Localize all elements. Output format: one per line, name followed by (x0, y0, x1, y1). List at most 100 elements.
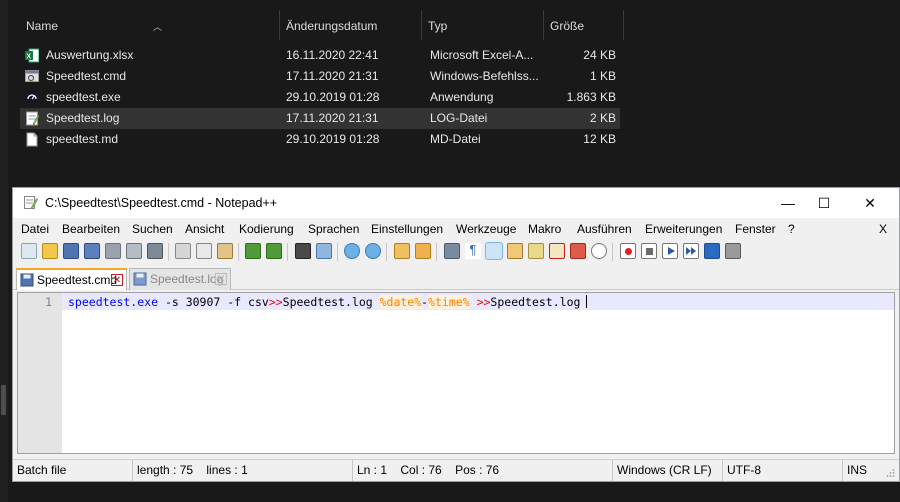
status-insert-mode[interactable]: INS (843, 460, 879, 481)
open-file-icon[interactable] (42, 243, 58, 259)
tab-close-icon[interactable]: ✕ (111, 274, 123, 286)
tab-speedtest-cmd[interactable]: Speedtest.cmd ✕ (16, 268, 127, 290)
replace-icon[interactable] (316, 243, 332, 259)
toolbar-separator (287, 243, 288, 261)
close-file-icon[interactable] (105, 243, 121, 259)
status-position: Ln : 1 Col : 76 Pos : 76 (353, 460, 613, 481)
column-header-size[interactable]: Größe (544, 10, 624, 40)
blank-file-icon (26, 132, 38, 147)
close-button[interactable]: ✕ (847, 188, 893, 218)
notepadpp-app-icon (24, 196, 38, 210)
close-all-icon[interactable] (126, 243, 142, 259)
sync-vertical-icon[interactable] (394, 243, 410, 259)
folder-as-workspace-icon[interactable] (570, 243, 586, 259)
record-macro-icon[interactable] (620, 243, 636, 259)
saved-file-icon (20, 273, 34, 287)
indent-guide-icon[interactable] (485, 242, 503, 260)
copy-icon[interactable] (196, 243, 212, 259)
show-all-characters-icon[interactable]: ¶ (465, 243, 481, 259)
menu-werkzeuge[interactable]: Werkzeuge (456, 219, 516, 239)
column-header-date[interactable]: Änderungsdatum (280, 10, 422, 40)
file-row[interactable]: X Auswertung.xlsx 16.11.2020 22:41 Micro… (20, 45, 620, 66)
menu-ausfuehren[interactable]: Ausführen (577, 219, 632, 239)
menu-suchen[interactable]: Suchen (132, 219, 173, 239)
save-icon[interactable] (63, 243, 79, 259)
token-text: Speedtest.log (282, 295, 380, 309)
column-header-name[interactable]: Name (20, 10, 280, 40)
column-header-type[interactable]: Typ (422, 10, 544, 40)
save-all-icon[interactable] (84, 243, 100, 259)
menu-einstellungen[interactable]: Einstellungen (371, 219, 443, 239)
monitoring-icon[interactable] (591, 243, 607, 259)
undo-icon[interactable] (245, 243, 261, 259)
menu-help[interactable]: ? (788, 219, 795, 239)
toolbar-separator (238, 243, 239, 261)
file-type: Microsoft Excel-A... (430, 48, 534, 62)
explorer-scrollbar[interactable] (0, 0, 8, 502)
document-map-icon[interactable] (528, 243, 544, 259)
editor-area[interactable]: 1 speedtest.exe -s 30907 -f csv>>Speedte… (17, 292, 895, 454)
menu-makro[interactable]: Makro (528, 219, 561, 239)
file-type: LOG-Datei (430, 111, 488, 125)
line-number-gutter: 1 (18, 293, 62, 453)
toolbar-separator (612, 243, 613, 261)
stop-recording-icon[interactable] (641, 243, 657, 259)
file-row-selected[interactable]: Speedtest.log 17.11.2020 21:31 LOG-Datei… (20, 108, 620, 129)
token-redirect-operator: >> (268, 295, 283, 309)
cmd-file-icon (25, 70, 39, 82)
close-document-button[interactable]: X (879, 219, 887, 239)
function-list-icon[interactable] (549, 243, 565, 259)
menu-sprachen[interactable]: Sprachen (308, 219, 359, 239)
file-size: 1 KB (589, 69, 616, 83)
file-name: Speedtest.cmd (46, 69, 127, 83)
saved-file-icon (133, 272, 147, 286)
play-macro-icon[interactable] (662, 243, 678, 259)
menu-fenster[interactable]: Fenster (735, 219, 776, 239)
speedtest-exe-icon (25, 91, 39, 104)
file-size: 2 KB (589, 111, 616, 125)
find-icon[interactable] (295, 243, 311, 259)
print-icon[interactable] (147, 243, 163, 259)
status-encoding[interactable]: UTF-8 (723, 460, 843, 481)
menu-ansicht[interactable]: Ansicht (185, 219, 224, 239)
toolbar-separator (386, 243, 387, 261)
title-bar[interactable]: C:\Speedtest\Speedtest.cmd - Notepad++ —… (13, 188, 899, 218)
file-row[interactable]: speedtest.md 29.10.2019 01:28 MD-Datei 1… (20, 129, 620, 150)
redo-icon[interactable] (266, 243, 282, 259)
status-pos: Pos : 76 (455, 463, 500, 477)
notepadpp-window: C:\Speedtest\Speedtest.cmd - Notepad++ —… (12, 187, 900, 482)
tab-label: Speedtest.cmd (37, 273, 118, 287)
run-macro-multiple-icon[interactable] (683, 243, 699, 259)
file-date: 16.11.2020 22:41 (286, 48, 379, 62)
tab-close-icon[interactable]: ✕ (215, 273, 227, 285)
token-text: Speedtest.log (490, 295, 581, 309)
file-row[interactable]: Speedtest.cmd 17.11.2020 21:31 Windows-B… (20, 66, 620, 87)
menu-bearbeiten[interactable]: Bearbeiten (62, 219, 120, 239)
paste-icon[interactable] (217, 243, 233, 259)
sync-horizontal-icon[interactable] (415, 243, 431, 259)
file-size: 1.863 KB (566, 90, 616, 104)
file-date: 29.10.2019 01:28 (286, 132, 380, 146)
current-line-highlight[interactable]: speedtest.exe -s 30907 -f csv>>Speedtest… (62, 293, 894, 310)
extra-tool-icon[interactable] (725, 243, 741, 259)
status-eol[interactable]: Windows (CR LF) (613, 460, 723, 481)
zoom-in-icon[interactable] (344, 243, 360, 259)
toolbar-separator (436, 243, 437, 261)
menu-datei[interactable]: Datei (21, 219, 49, 239)
scrollbar-thumb[interactable] (1, 385, 6, 415)
zoom-out-icon[interactable] (365, 243, 381, 259)
code-line[interactable]: speedtest.exe -s 30907 -f csv>>Speedtest… (68, 294, 588, 310)
menu-kodierung[interactable]: Kodierung (239, 219, 294, 239)
word-wrap-icon[interactable] (444, 243, 460, 259)
tab-speedtest-log[interactable]: Speedtest.log ✕ (129, 268, 231, 290)
user-defined-language-icon[interactable] (507, 243, 523, 259)
toolbar-separator (337, 243, 338, 261)
maximize-button[interactable]: ☐ (801, 188, 847, 218)
save-macro-icon[interactable] (704, 243, 720, 259)
menu-erweiterungen[interactable]: Erweiterungen (645, 219, 722, 239)
new-file-icon[interactable] (21, 243, 37, 259)
cut-icon[interactable] (175, 243, 191, 259)
toolbar-separator (168, 243, 169, 261)
resize-grip-icon[interactable] (885, 468, 895, 478)
file-row[interactable]: speedtest.exe 29.10.2019 01:28 Anwendung… (20, 87, 620, 108)
